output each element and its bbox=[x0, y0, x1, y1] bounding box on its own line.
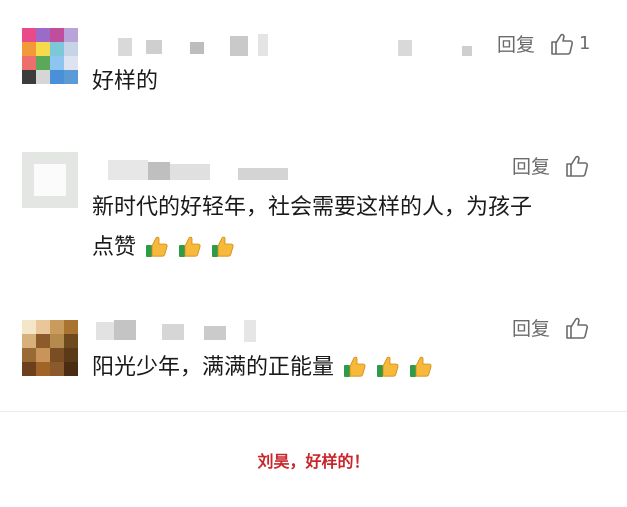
avatar-pixel bbox=[36, 320, 50, 334]
reply-button[interactable]: 回复 bbox=[512, 314, 550, 341]
emoji-row bbox=[136, 235, 235, 260]
comment-text-line: 点赞 bbox=[92, 228, 602, 268]
thumbs-up-emoji-icon bbox=[377, 356, 399, 377]
avatar-pixel bbox=[22, 348, 36, 362]
avatar-pixel bbox=[36, 362, 50, 376]
avatar-pixel bbox=[22, 362, 36, 376]
avatar-pixel bbox=[22, 70, 36, 84]
thumbs-up-emoji-icon bbox=[410, 356, 432, 377]
thumbs-up-emoji-icon bbox=[146, 236, 168, 257]
comment-item: 回复 1 好样的 bbox=[0, 0, 627, 120]
like-count: 1 bbox=[579, 33, 591, 54]
avatar-pixel bbox=[64, 70, 78, 84]
reply-button[interactable]: 回复 bbox=[512, 152, 550, 179]
comment-actions: 回复 1 bbox=[497, 30, 590, 57]
avatar-pixel bbox=[22, 42, 36, 56]
avatar-pixel bbox=[36, 70, 50, 84]
avatar-pixel bbox=[36, 42, 50, 56]
avatar-pixel bbox=[64, 362, 78, 376]
username-redacted-2 bbox=[398, 40, 478, 62]
avatar-pixel bbox=[50, 70, 64, 84]
avatar-pixel bbox=[64, 56, 78, 70]
comment-text-fragment: 点赞 bbox=[92, 235, 137, 260]
thumbs-up-outline-icon bbox=[566, 155, 589, 177]
avatar-pixel bbox=[22, 334, 36, 348]
avatar-pixel bbox=[50, 348, 64, 362]
username-redacted[interactable] bbox=[96, 320, 266, 342]
avatar-pixel bbox=[36, 28, 50, 42]
like-button[interactable]: 1 bbox=[549, 31, 590, 57]
avatar-pixel bbox=[64, 348, 78, 362]
username-redacted[interactable] bbox=[108, 158, 288, 180]
thumbs-up-emoji-icon bbox=[344, 356, 366, 377]
avatar[interactable] bbox=[22, 152, 78, 208]
avatar[interactable] bbox=[22, 320, 78, 376]
thumbs-up-emoji-icon bbox=[212, 236, 234, 257]
comment-text: 好样的 bbox=[92, 69, 159, 94]
comment-text: 阳光少年，满满的正能量 bbox=[92, 348, 602, 388]
avatar-pixel bbox=[22, 56, 36, 70]
comment-text-line: 新时代的好轻年，社会需要这样的人，为孩子 bbox=[92, 195, 533, 220]
avatar-pixel bbox=[64, 320, 78, 334]
thumbs-up-outline-icon bbox=[566, 317, 589, 339]
username-redacted[interactable] bbox=[118, 34, 288, 56]
comment-actions: 回复 bbox=[512, 152, 594, 179]
avatar-pixel bbox=[22, 320, 36, 334]
like-button[interactable] bbox=[564, 315, 594, 341]
like-button[interactable] bbox=[564, 153, 594, 179]
avatar-pixel bbox=[50, 56, 64, 70]
emoji-row bbox=[334, 355, 433, 380]
avatar-pixel bbox=[50, 334, 64, 348]
avatar-pixel bbox=[64, 334, 78, 348]
comment-item: 回复 阳光少年，满满的正能量 bbox=[0, 290, 627, 411]
avatar[interactable] bbox=[22, 28, 78, 84]
avatar-pixel bbox=[64, 42, 78, 56]
comment-actions: 回复 bbox=[512, 314, 594, 341]
comment-text-fragment: 阳光少年，满满的正能量 bbox=[92, 355, 335, 380]
avatar-pixel bbox=[50, 362, 64, 376]
thumbs-up-outline-icon bbox=[551, 33, 574, 55]
avatar-pixel bbox=[50, 42, 64, 56]
avatar-pixel bbox=[36, 56, 50, 70]
avatar-pixel bbox=[50, 28, 64, 42]
avatar-pixel bbox=[22, 28, 36, 42]
avatar-pixel bbox=[36, 334, 50, 348]
thumbs-up-emoji-icon bbox=[179, 236, 201, 257]
comment-item: 回复 新时代的好轻年，社会需要这样的人，为孩子 点赞 bbox=[0, 120, 627, 290]
avatar-pixel bbox=[64, 28, 78, 42]
section-divider bbox=[0, 411, 627, 412]
caption: 刘昊，好样的！ bbox=[257, 452, 370, 471]
reply-button[interactable]: 回复 bbox=[497, 30, 535, 57]
avatar-pixel bbox=[50, 320, 64, 334]
avatar-pixel bbox=[36, 348, 50, 362]
comment-text: 新时代的好轻年，社会需要这样的人，为孩子 点赞 bbox=[92, 188, 602, 268]
